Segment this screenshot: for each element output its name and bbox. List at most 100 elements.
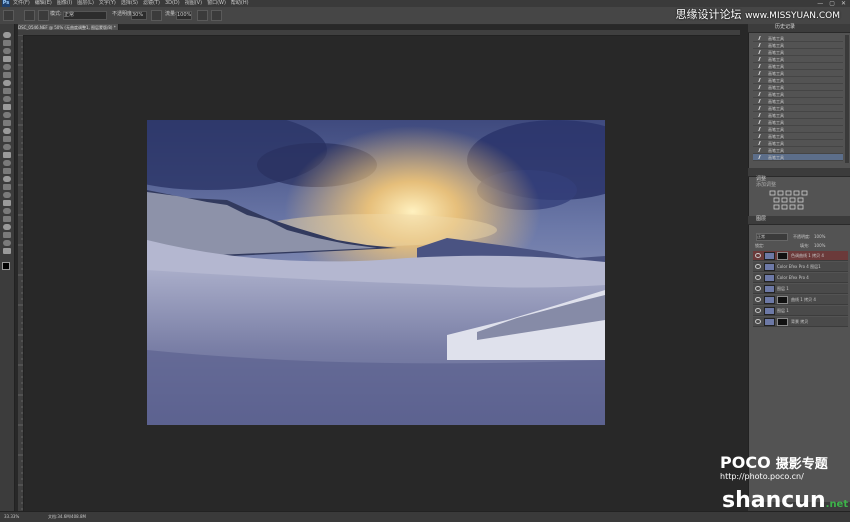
history-item[interactable]: 画笔工具 <box>753 105 843 112</box>
layer-opacity-value[interactable]: 100% <box>814 233 825 240</box>
eraser-icon[interactable] <box>3 208 11 214</box>
gradient-icon[interactable] <box>3 104 11 110</box>
history-item[interactable]: 画笔工具 <box>753 133 843 140</box>
history-item[interactable]: 画笔工具 <box>753 49 843 56</box>
minimize-icon[interactable]: — <box>817 0 823 7</box>
layer-row[interactable]: 色调曲线 1 拷贝 4 <box>753 251 848 261</box>
history-item[interactable]: 画笔工具 <box>753 84 843 91</box>
layer-name: 图层 1 <box>777 308 789 313</box>
history-panel-header <box>748 24 850 33</box>
history-item[interactable]: 画笔工具 <box>753 98 843 105</box>
eye-icon[interactable] <box>755 253 761 258</box>
brush-icon[interactable] <box>3 32 11 38</box>
pen-icon[interactable] <box>3 112 11 118</box>
layer-row[interactable]: Color Efex Pro 4 图层1 <box>753 262 848 272</box>
mode-select[interactable]: 正常 <box>63 11 107 20</box>
eyedropper-icon[interactable] <box>3 72 11 78</box>
gradient-icon[interactable] <box>3 216 11 222</box>
flow-input[interactable]: 100% <box>176 11 192 20</box>
history-item[interactable]: 画笔工具 <box>753 119 843 126</box>
pressure-opacity-icon[interactable] <box>151 10 162 21</box>
zoom-icon[interactable] <box>3 136 11 142</box>
history-item[interactable]: 画笔工具 <box>753 63 843 70</box>
foreground-color-swatch[interactable] <box>2 262 10 270</box>
menu-item[interactable]: 文字(Y) <box>99 0 116 7</box>
history-item[interactable]: 画笔工具 <box>753 112 843 119</box>
menu-item[interactable]: 选择(S) <box>121 0 138 7</box>
layer-row[interactable]: 曲线 1 拷贝 4 <box>753 295 848 305</box>
move-icon[interactable] <box>3 40 11 46</box>
type-icon[interactable] <box>3 120 11 126</box>
layer-mask-thumbnail[interactable] <box>777 251 788 260</box>
heal-icon[interactable] <box>3 192 11 198</box>
fill-value[interactable]: 100% <box>814 242 825 249</box>
heal-icon[interactable] <box>3 80 11 86</box>
hand-icon[interactable] <box>3 240 11 246</box>
layer-row[interactable]: 背景 拷贝 <box>753 317 848 327</box>
move-icon[interactable] <box>3 152 11 158</box>
adjustment-icons-grid[interactable] <box>768 190 818 212</box>
blend-mode-select[interactable]: 正常 <box>756 233 788 241</box>
menu-item[interactable]: 3D(D) <box>165 0 180 7</box>
history-item[interactable]: 画笔工具 <box>753 147 843 154</box>
eye-icon[interactable] <box>755 286 761 291</box>
pressure-size-icon[interactable] <box>211 10 222 21</box>
brush-icon <box>758 64 766 68</box>
history-item[interactable]: 画笔工具 <box>753 35 843 42</box>
menu-item[interactable]: 图像(I) <box>57 0 72 7</box>
menu-item[interactable]: 视图(V) <box>185 0 202 7</box>
brush-preset-icon[interactable] <box>24 10 35 21</box>
zoom-icon[interactable] <box>3 248 11 254</box>
brush-icon <box>758 148 766 152</box>
crop-icon[interactable] <box>3 176 11 182</box>
layer-row[interactable]: Color Efex Pro 4 <box>753 273 848 283</box>
history-item[interactable]: 画笔工具 <box>753 91 843 98</box>
close-icon[interactable]: ✕ <box>841 0 846 7</box>
layers-tab[interactable]: 图层 <box>756 216 766 223</box>
airbrush-icon[interactable] <box>197 10 208 21</box>
history-item[interactable]: 画笔工具 <box>753 77 843 84</box>
menu-item[interactable]: 图层(L) <box>77 0 94 7</box>
eye-icon[interactable] <box>755 297 761 302</box>
history-item[interactable]: 画笔工具 <box>753 154 843 161</box>
history-tab[interactable]: 历史记录 <box>775 24 795 31</box>
brush-icon[interactable] <box>3 144 11 150</box>
layer-mask-thumbnail[interactable] <box>777 317 788 326</box>
crop-icon[interactable] <box>3 64 11 70</box>
eye-icon[interactable] <box>755 264 761 269</box>
opacity-input[interactable]: 30% <box>131 11 147 20</box>
layer-row[interactable]: 图层 1 <box>753 284 848 294</box>
history-item[interactable]: 画笔工具 <box>753 42 843 49</box>
brush-panel-icon[interactable] <box>38 10 49 21</box>
document-image[interactable] <box>147 120 605 425</box>
eraser-icon[interactable] <box>3 96 11 102</box>
history-item[interactable]: 画笔工具 <box>753 56 843 63</box>
history-scrollbar[interactable] <box>845 35 849 163</box>
lasso-icon[interactable] <box>3 56 11 62</box>
menu-item[interactable]: 帮助(H) <box>231 0 249 7</box>
menu-item[interactable]: 滤镜(T) <box>143 0 160 7</box>
menu-item[interactable]: 文件(F) <box>13 0 30 7</box>
eye-icon[interactable] <box>755 319 761 324</box>
marquee-icon[interactable] <box>3 160 11 166</box>
menu-item[interactable]: 窗口(W) <box>207 0 226 7</box>
menu-item[interactable]: 编辑(E) <box>35 0 52 7</box>
history-item[interactable]: 画笔工具 <box>753 140 843 147</box>
layer-row[interactable]: 图层 1 <box>753 306 848 316</box>
history-item[interactable]: 画笔工具 <box>753 70 843 77</box>
eye-icon[interactable] <box>755 308 761 313</box>
stamp-icon[interactable] <box>3 88 11 94</box>
brush-icon[interactable] <box>3 10 14 21</box>
lasso-icon[interactable] <box>3 168 11 174</box>
pen-icon[interactable] <box>3 224 11 230</box>
stamp-icon[interactable] <box>3 200 11 206</box>
marquee-icon[interactable] <box>3 48 11 54</box>
history-item[interactable]: 画笔工具 <box>753 126 843 133</box>
eyedropper-icon[interactable] <box>3 184 11 190</box>
type-icon[interactable] <box>3 232 11 238</box>
eye-icon[interactable] <box>755 275 761 280</box>
maximize-icon[interactable]: ▢ <box>829 0 835 7</box>
layer-mask-thumbnail[interactable] <box>777 295 788 304</box>
zoom-readout[interactable]: 33.33% <box>4 513 19 520</box>
hand-icon[interactable] <box>3 128 11 134</box>
